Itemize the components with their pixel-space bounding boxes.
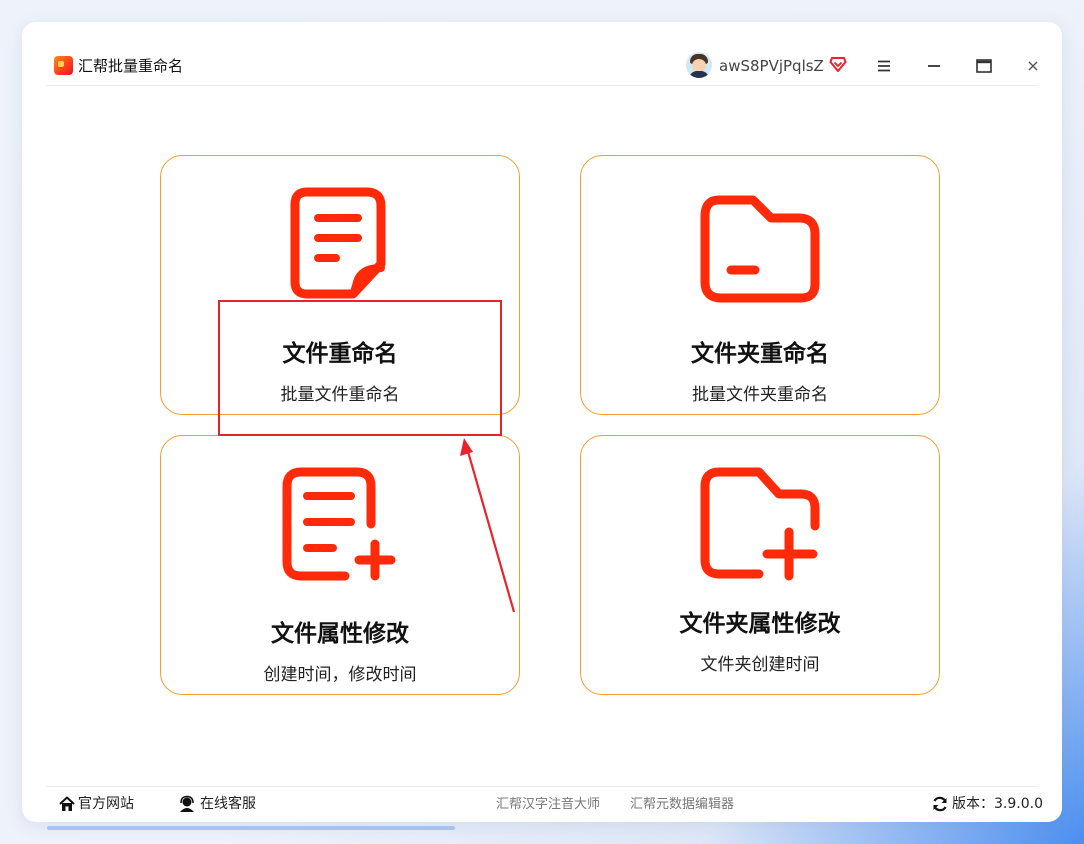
refresh-icon[interactable]	[931, 795, 949, 813]
folder-add-icon	[700, 467, 820, 581]
product-link-2[interactable]: 汇帮元数据编辑器	[630, 796, 734, 814]
folder-rename-card[interactable]: 文件夹重命名 批量文件夹重命名	[580, 155, 940, 415]
folder-attribute-card[interactable]: 文件夹属性修改 文件夹创建时间	[580, 435, 940, 695]
annotation-highlight-box	[218, 300, 502, 436]
maximize-icon[interactable]	[972, 54, 996, 78]
version-label: 版本：	[952, 796, 994, 812]
user-avatar[interactable]	[686, 52, 712, 78]
folder-icon	[700, 195, 820, 303]
support-link[interactable]: 在线客服	[200, 795, 256, 813]
title-bar: 汇帮批量重命名 awS8PVjPqlsZ	[46, 46, 1038, 86]
username[interactable]: awS8PVjPqlsZ	[719, 57, 824, 75]
app-title: 汇帮批量重命名	[78, 57, 184, 75]
close-icon[interactable]	[1021, 54, 1045, 78]
card-title: 文件属性修改	[271, 621, 409, 647]
menu-icon[interactable]	[872, 54, 896, 78]
vip-diamond-icon[interactable]	[829, 55, 847, 73]
card-subtitle: 文件夹创建时间	[700, 655, 820, 675]
card-subtitle: 批量文件夹重命名	[692, 385, 828, 405]
file-add-icon	[282, 467, 396, 581]
support-agent-icon[interactable]	[178, 795, 196, 813]
card-title: 文件夹属性修改	[679, 611, 841, 637]
home-icon[interactable]	[58, 795, 76, 813]
website-link[interactable]: 官方网站	[78, 795, 134, 813]
product-link-1[interactable]: 汇帮汉字注音大师	[496, 796, 600, 814]
file-attribute-card[interactable]: 文件属性修改 创建时间，修改时间	[160, 435, 520, 695]
minimize-icon[interactable]	[922, 54, 946, 78]
footer-bar: 官方网站 在线客服 汇帮汉字注音大师 汇帮元数据编辑器 版本： 3.9.0.0	[46, 786, 1043, 822]
card-title: 文件夹重命名	[691, 341, 829, 367]
file-document-icon	[290, 187, 386, 299]
horizontal-scrollbar[interactable]	[47, 826, 455, 830]
app-content: 汇帮批量重命名 awS8PVjPqlsZ 文件重命名 批量文件重命名 文件夹重命…	[46, 46, 1043, 822]
card-subtitle: 创建时间，修改时间	[263, 665, 417, 685]
app-window: 汇帮批量重命名 awS8PVjPqlsZ 文件重命名 批量文件重命名 文件夹重命…	[22, 22, 1062, 822]
app-logo-icon	[54, 56, 73, 75]
version-number: 3.9.0.0	[994, 796, 1043, 812]
